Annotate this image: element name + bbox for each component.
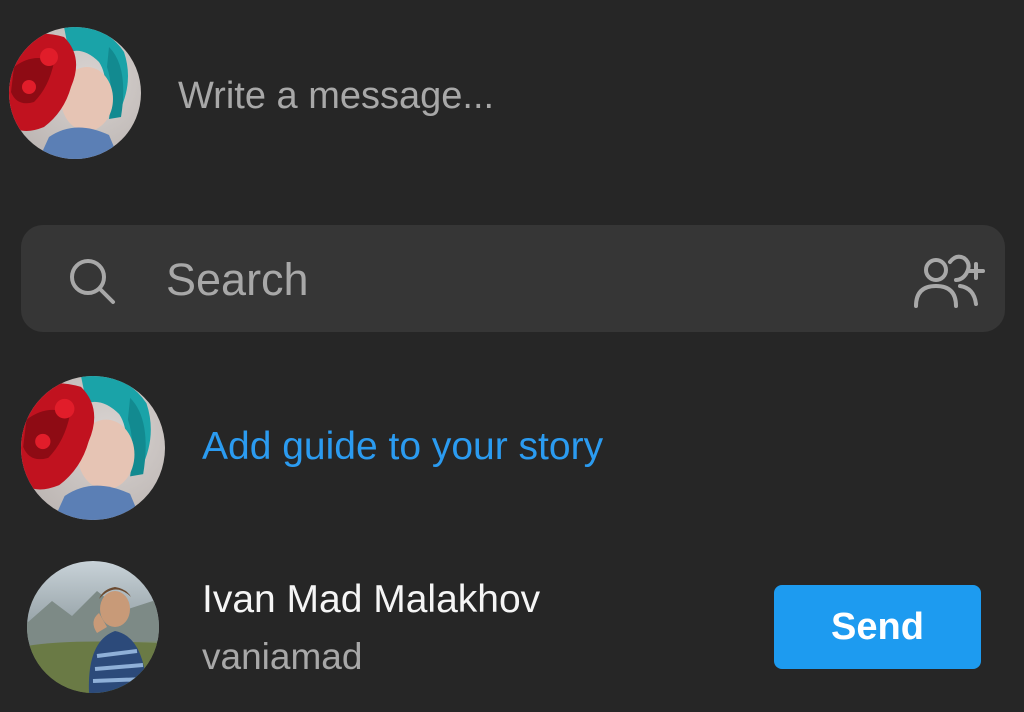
story-avatar [21, 376, 165, 520]
contact-username: vaniamad [202, 636, 363, 677]
story-avatar-image [21, 376, 165, 520]
search-input[interactable] [166, 250, 866, 310]
self-avatar-image [9, 27, 141, 159]
add-guide-to-story-link[interactable]: Add guide to your story [202, 425, 603, 469]
share-sheet: Add guide to your story [0, 0, 1024, 712]
message-input[interactable] [178, 70, 978, 122]
contact-avatar [27, 561, 159, 693]
contact-avatar-image [27, 561, 159, 693]
contact-name: Ivan Mad Malakhov [202, 578, 541, 621]
search-icon [70, 259, 115, 304]
send-button[interactable]: Send [774, 585, 981, 669]
self-avatar [9, 27, 141, 159]
add-people-icon[interactable] [910, 250, 990, 312]
